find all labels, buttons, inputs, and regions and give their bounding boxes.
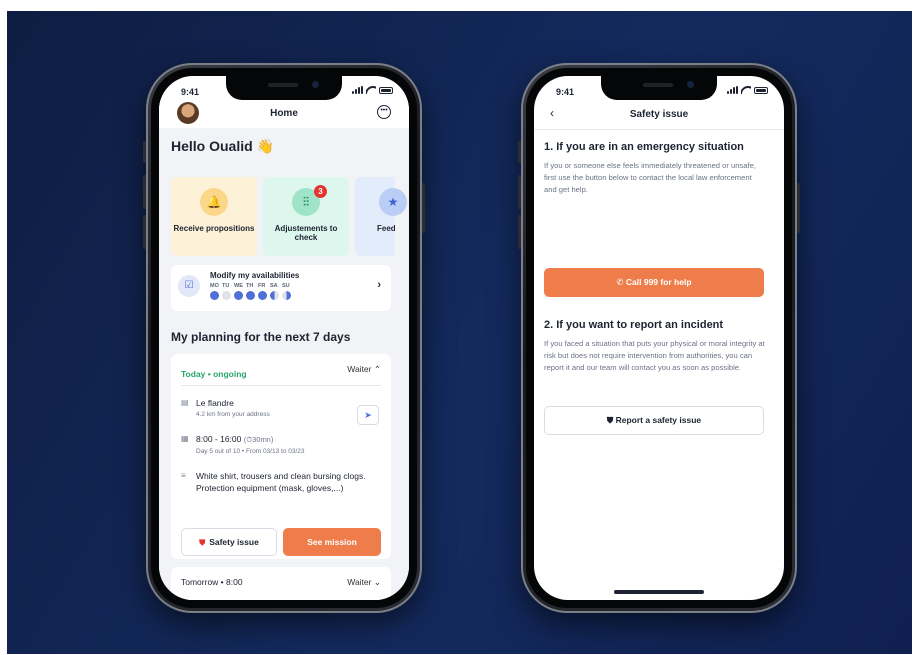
phone-frame-safety: 9:41 ‹ Safety issue 1. If you are in an … bbox=[518, 63, 800, 613]
day-available-dot bbox=[258, 291, 267, 300]
mission-dress-code: ≡ White shirt, trousers and clean bursin… bbox=[181, 470, 371, 494]
phone-icon: ✆ bbox=[616, 277, 624, 287]
battery-icon bbox=[379, 87, 393, 94]
next-mission-role: Waiter ⌄ bbox=[347, 577, 381, 587]
report-section-title: 2. If you want to report an incident bbox=[544, 319, 724, 331]
home-content: Hello Oualid 👋 🔔 Receive propositions ⫶⫶… bbox=[159, 128, 409, 600]
day-label: SU bbox=[282, 283, 290, 289]
next-mission-card[interactable]: Tomorrow • 8:00 Waiter ⌄ bbox=[171, 567, 391, 600]
availability-title: Modify my availabilities bbox=[210, 271, 300, 280]
chevron-up-icon: ⌃ bbox=[373, 364, 381, 374]
report-safety-issue-button[interactable]: ⛊ Report a safety issue bbox=[544, 406, 764, 435]
home-header: Home ••• bbox=[159, 100, 409, 128]
bell-icon: 🔔 bbox=[200, 188, 228, 216]
calendar-icon: ▦ bbox=[181, 434, 189, 443]
list-icon: ≡ bbox=[181, 471, 186, 480]
mission-status: Today • ongoing bbox=[181, 369, 247, 379]
star-icon: ★ bbox=[379, 188, 407, 216]
mission-schedule: ▦ 8:00 - 16:00 (⏱30mn) Day 5 out of 10 •… bbox=[181, 434, 305, 455]
emergency-section-text: If you or someone else feels immediately… bbox=[544, 161, 756, 194]
chat-icon[interactable]: ••• bbox=[377, 105, 391, 119]
day-partial-dot bbox=[282, 291, 291, 300]
mission-hours: 8:00 - 16:00 (⏱30mn) bbox=[196, 434, 274, 444]
next-mission-time: Tomorrow • 8:00 bbox=[181, 577, 243, 587]
signal-icon bbox=[727, 86, 738, 94]
weekday-labels: MO TU WE TH FR SA SU bbox=[210, 283, 294, 289]
chevron-right-icon: › bbox=[377, 279, 381, 291]
presentation-background: 9:41 Home ••• Hello Oualid 👋 🔔 Receive p… bbox=[7, 11, 912, 654]
place-name: Le flandre bbox=[196, 398, 234, 408]
section-title: My planning for the next 7 days bbox=[171, 330, 351, 344]
safety-issue-button[interactable]: ⛊ Safety issue bbox=[181, 528, 277, 556]
day-available-dot bbox=[210, 291, 219, 300]
card-label: Feedb awaiti bbox=[377, 224, 395, 233]
day-label: TU bbox=[222, 283, 230, 289]
navigate-button[interactable]: ➤ bbox=[357, 405, 379, 425]
phone-frame-home: 9:41 Home ••• Hello Oualid 👋 🔔 Receive p… bbox=[143, 63, 425, 613]
mission-role: Waiter ⌃ bbox=[347, 364, 381, 374]
status-time: 9:41 bbox=[181, 87, 200, 97]
page-title: Home bbox=[270, 108, 298, 119]
day-unavailable-dot bbox=[222, 291, 231, 300]
home-screen: 9:41 Home ••• Hello Oualid 👋 🔔 Receive p… bbox=[159, 76, 409, 600]
availability-card[interactable]: ☑ Modify my availabilities MO TU WE TH F… bbox=[171, 265, 391, 311]
call-emergency-button[interactable]: ✆ Call 999 for help bbox=[544, 268, 764, 297]
day-label: MO bbox=[210, 283, 219, 289]
status-time: 9:41 bbox=[556, 87, 575, 97]
card-receive-propositions[interactable]: 🔔 Receive propositions bbox=[171, 177, 257, 256]
emergency-section-title: 1. If you are in an emergency situation bbox=[544, 141, 744, 153]
day-available-dot bbox=[234, 291, 243, 300]
see-mission-button[interactable]: See mission bbox=[283, 528, 381, 556]
wifi-icon bbox=[741, 86, 751, 94]
day-available-dot bbox=[246, 291, 255, 300]
greeting: Hello Oualid 👋 bbox=[171, 138, 274, 154]
navigation-arrow-icon: ➤ bbox=[364, 410, 372, 420]
shield-icon: ⛊ bbox=[606, 415, 614, 425]
card-label: Adjustements to check bbox=[274, 224, 338, 242]
battery-icon bbox=[754, 87, 768, 94]
quick-actions: 🔔 Receive propositions ⫶⫶ 3 Adjustements… bbox=[171, 177, 407, 256]
card-label: Receive propositions bbox=[173, 224, 255, 233]
mission-header[interactable]: Today • ongoing Waiter ⌃ bbox=[181, 364, 381, 386]
card-adjustements[interactable]: ⫶⫶ 3 Adjustements to check bbox=[263, 177, 349, 256]
card-feedback[interactable]: ★ Feedb awaiti bbox=[355, 177, 407, 256]
place-distance: 4.2 km from your address bbox=[196, 411, 270, 418]
page-title: Safety issue bbox=[629, 109, 689, 120]
safety-header: ‹ Safety issue bbox=[534, 100, 784, 130]
report-section-text: If you faced a situation that puts your … bbox=[544, 339, 765, 372]
signal-icon bbox=[352, 86, 363, 94]
status-bar: 9:41 bbox=[534, 76, 784, 100]
day-label: SA bbox=[270, 283, 278, 289]
day-partial-dot bbox=[270, 291, 279, 300]
home-indicator bbox=[614, 590, 704, 594]
notification-badge: 3 bbox=[314, 185, 327, 198]
mission-period: Day 5 out of 10 • From 03/13 to 03/23 bbox=[196, 448, 305, 455]
building-icon: ▤ bbox=[181, 398, 189, 407]
chevron-down-icon: ⌄ bbox=[373, 577, 381, 587]
shield-icon: ⛊ bbox=[199, 538, 206, 547]
day-label: WE bbox=[234, 283, 243, 289]
day-label: TH bbox=[246, 283, 254, 289]
safety-screen: 9:41 ‹ Safety issue 1. If you are in an … bbox=[534, 76, 784, 600]
mission-place: ▤ Le flandre 4.2 km from your address bbox=[181, 398, 270, 418]
availability-indicators bbox=[210, 291, 291, 300]
calendar-check-icon: ☑ bbox=[178, 275, 200, 297]
day-label: FR bbox=[258, 283, 266, 289]
wifi-icon bbox=[366, 86, 376, 94]
mission-card: Today • ongoing Waiter ⌃ ▤ Le flandre 4.… bbox=[171, 354, 391, 559]
status-bar: 9:41 bbox=[159, 76, 409, 100]
dress-code-text: White shirt, trousers and clean bursing … bbox=[196, 471, 366, 493]
